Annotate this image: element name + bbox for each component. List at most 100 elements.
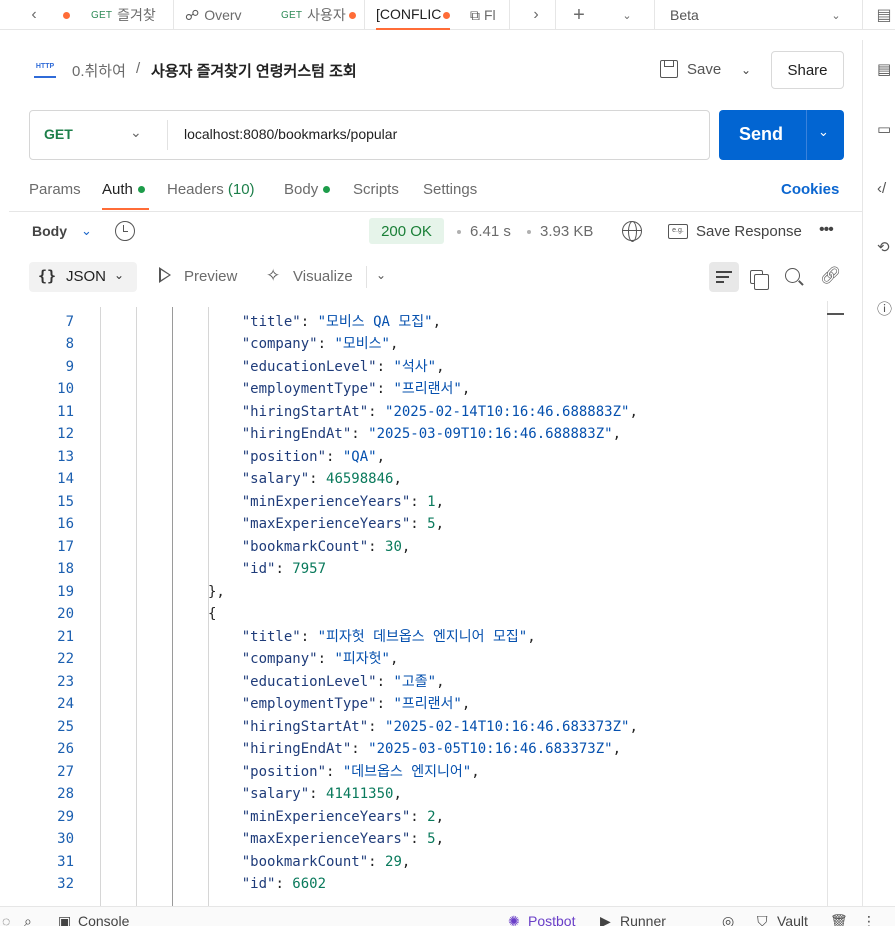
tab-divider	[173, 0, 174, 30]
request-title[interactable]: 사용자 즐겨찾기 연령커스텀 조회	[151, 60, 357, 81]
code-text: "hiringEndAt": "2025-03-05T10:16:46.6833…	[241, 741, 622, 757]
environment-selector[interactable]: Beta	[670, 0, 699, 30]
chevron-left-icon[interactable]: ‹	[24, 0, 44, 30]
save-response-button[interactable]: Save Response	[696, 223, 802, 240]
related-icon[interactable]: ⟲	[877, 238, 890, 256]
tab-conflict[interactable]: [CONFLIC	[376, 0, 450, 30]
url-input[interactable]: localhost:8080/bookmarks/popular	[184, 126, 397, 142]
line-number: 32	[57, 876, 74, 892]
status-more-icon[interactable]: ⋮	[862, 913, 876, 926]
response-body-chevron-down-icon[interactable]: ⌄	[81, 223, 92, 239]
more-options-icon[interactable]: •••	[819, 221, 834, 239]
save-button[interactable]: Save	[687, 61, 721, 78]
console-button[interactable]: Console	[78, 913, 129, 926]
line-number: 8	[65, 336, 74, 352]
send-label: Send	[739, 124, 784, 144]
environment-quick-look-icon[interactable]: ▤	[874, 0, 894, 30]
code-text: "minExperienceYears": 1,	[241, 493, 445, 510]
tab-headers[interactable]: Headers (10)	[167, 181, 255, 198]
scroll-position-marker[interactable]	[827, 313, 844, 315]
tab-flow[interactable]: ⧉ Fl	[470, 0, 510, 30]
tab-body-label: Body	[284, 181, 319, 198]
format-select[interactable]: {} JSON ⌄	[29, 262, 137, 292]
new-tab-plus-icon[interactable]: +	[567, 0, 591, 30]
tab-divider	[862, 0, 863, 30]
flow-icon: ⧉	[470, 6, 480, 23]
json-braces-icon: {}	[38, 267, 57, 285]
save-icon[interactable]	[660, 60, 678, 78]
save-options-chevron-down-icon[interactable]: ⌄	[733, 52, 759, 88]
method-chevron-down-icon[interactable]: ⌄	[130, 124, 142, 141]
copy-icon[interactable]	[750, 270, 769, 290]
globe-icon[interactable]	[622, 221, 642, 242]
code-text: {	[208, 606, 217, 622]
runner-button[interactable]: Runner	[620, 913, 666, 926]
sidebar-toggle-icon[interactable]: ◌	[2, 913, 10, 926]
tab-body[interactable]: Body	[284, 181, 331, 198]
postbot-button[interactable]: Postbot	[528, 913, 575, 926]
chevron-right-icon[interactable]: ›	[526, 0, 546, 30]
code-text: "salary": 46598846,	[241, 471, 402, 487]
line-number: 28	[57, 786, 74, 802]
code-text: "hiringStartAt": "2025-02-14T10:16:46.68…	[241, 403, 638, 420]
vertical-scrollbar-track[interactable]	[827, 301, 828, 906]
tab-settings[interactable]: Settings	[423, 181, 477, 198]
response-time[interactable]: 6.41 s	[470, 223, 511, 240]
breadcrumb-parent[interactable]: 0.취하여	[72, 60, 126, 81]
tab-3-unsaved-dot	[349, 0, 356, 30]
runner-icon: ▶	[600, 913, 611, 926]
documentation-icon[interactable]: ▤	[877, 60, 891, 78]
response-code-viewer[interactable]: 6{7 "title": "모비스 QA 모집",8 "company": "모…	[9, 301, 862, 906]
code-line: 23 "educationLevel": "고졸",	[9, 671, 829, 694]
tab-user-bookmarks[interactable]: GET 사용자	[281, 0, 347, 30]
capture-icon[interactable]: ◎	[722, 913, 734, 926]
environment-chevron-down-icon[interactable]: ⌄	[826, 0, 846, 30]
code-line: 20 {	[9, 603, 829, 626]
code-line: 17 "bookmarkCount": 30,	[9, 536, 829, 559]
preview-button[interactable]: Preview	[184, 268, 237, 285]
code-text: "id": 7957	[241, 561, 327, 577]
code-icon[interactable]: ‹/	[877, 180, 886, 197]
tab-bookmarks[interactable]: GET 즐겨찾	[91, 0, 161, 30]
method-select[interactable]: GET	[44, 126, 73, 142]
line-number: 18	[57, 561, 74, 577]
find-icon[interactable]: ⌕	[24, 913, 32, 926]
response-size[interactable]: 3.93 KB	[540, 223, 593, 240]
code-text: "company": "피자헛",	[241, 651, 399, 667]
code-line: 14 "salary": 46598846,	[9, 468, 829, 491]
comments-icon[interactable]: ▭	[877, 120, 891, 138]
tab-auth[interactable]: Auth	[102, 181, 145, 198]
vault-button[interactable]: Vault	[777, 913, 808, 926]
http-request-icon: HTTP	[34, 62, 56, 78]
tab-divider	[654, 0, 655, 30]
send-split-divider	[806, 110, 807, 160]
tab-overview[interactable]: ☍ Overv	[185, 0, 260, 30]
line-number: 21	[57, 628, 74, 645]
response-body-select[interactable]: Body	[32, 223, 67, 239]
send-options-chevron-down-icon[interactable]: ⌄	[818, 124, 829, 140]
trash-icon[interactable]: 🗑︎	[830, 913, 848, 926]
line-number: 19	[57, 583, 74, 600]
code-line: 28 "salary": 41411350,	[9, 783, 829, 806]
tab-params[interactable]: Params	[29, 181, 81, 198]
line-number: 20	[57, 606, 74, 622]
separator-dot	[527, 230, 531, 234]
link-icon[interactable]: 🔗︎	[820, 266, 842, 286]
wrap-lines-icon[interactable]	[709, 262, 739, 292]
history-icon[interactable]	[115, 221, 135, 241]
tab-divider	[509, 0, 510, 30]
tab-list-chevron-down-icon[interactable]: ⌄	[617, 0, 637, 30]
cookies-link[interactable]: Cookies	[781, 181, 839, 198]
send-button[interactable]: Send ⌄	[719, 110, 844, 160]
format-label: JSON	[66, 268, 107, 285]
code-line: 24 "employmentType": "프리랜서",	[9, 693, 829, 716]
visualize-chevron-down-icon[interactable]: ⌄	[376, 268, 386, 282]
tab-scripts[interactable]: Scripts	[353, 181, 399, 198]
visualize-button[interactable]: Visualize	[293, 268, 353, 285]
share-button[interactable]: Share	[771, 51, 844, 89]
code-text: "educationLevel": "석사",	[241, 358, 445, 375]
search-icon[interactable]	[785, 268, 800, 283]
code-text: "title": "모비스 QA 모집",	[241, 313, 442, 330]
status-badge[interactable]: 200 OK	[369, 218, 444, 244]
info-icon[interactable]: ⓘ	[877, 298, 892, 319]
